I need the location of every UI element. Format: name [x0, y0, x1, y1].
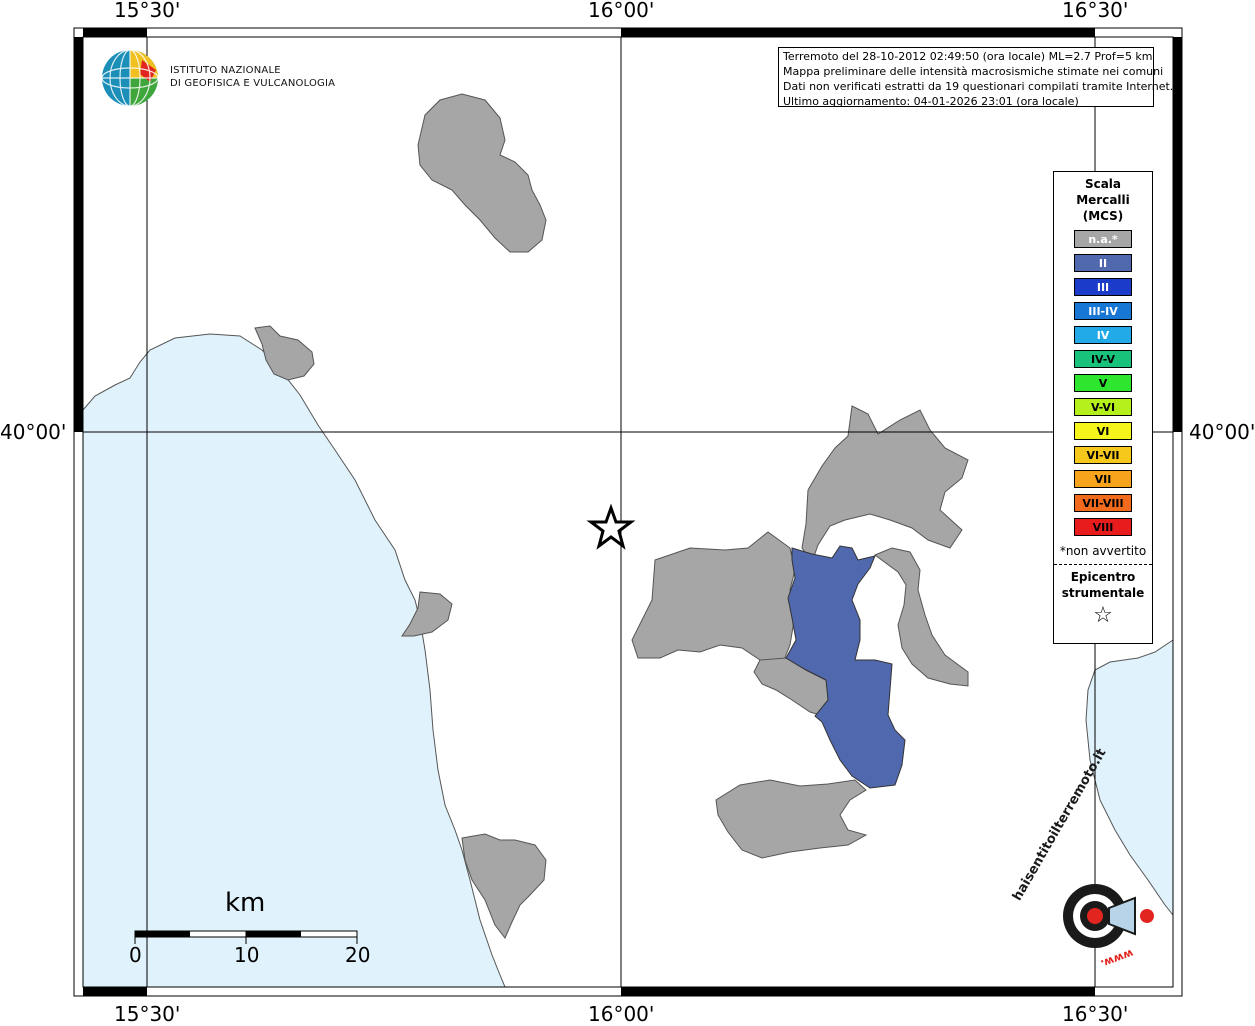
legend-epicenter-line: Epicentro [1070, 570, 1136, 584]
legend-swatch: IV-V [1074, 350, 1132, 368]
legend-swatch: III [1074, 278, 1132, 296]
globe-icon [101, 49, 159, 107]
legend-title-line: (MCS) [1082, 209, 1124, 223]
legend-title-line: Scala [1084, 177, 1122, 191]
event-info-line: Terremoto del 28-10-2012 02:49:50 (ora l… [783, 50, 1153, 63]
scale-tick-label: 0 [129, 943, 142, 967]
legend-note: *non avvertito [1059, 544, 1147, 558]
legend-swatch: VI-VII [1074, 446, 1132, 464]
legend-divider [1054, 564, 1152, 565]
lon-label-top: 16°00' [588, 0, 655, 22]
legend-swatch: V-VI [1074, 398, 1132, 416]
legend-swatch: II [1074, 254, 1132, 272]
scale-tick-label: 10 [234, 943, 260, 967]
mcs-legend: Scala Mercalli (MCS) n.a.* II III III-IV IV I… [1053, 171, 1153, 644]
event-info-line: Mappa preliminare delle intensità macros… [783, 65, 1164, 78]
scale-tick-label: 20 [345, 943, 371, 967]
lon-label-top: 16°30' [1062, 0, 1129, 22]
star-icon: ☆ [1093, 603, 1113, 628]
legend-swatch: VIII [1074, 518, 1132, 536]
legend-swatch: V [1074, 374, 1132, 392]
legend-title: Scala Mercalli (MCS) [1054, 176, 1152, 224]
logo-line-2: DI GEOFISICA E VULCANOLOGIA [170, 78, 336, 89]
lat-label-left: 40°00' [0, 420, 67, 444]
event-info-line: Dati non verificati estratti da 19 quest… [783, 80, 1174, 93]
legend-swatch: IV [1074, 326, 1132, 344]
legend-swatch: n.a.* [1074, 230, 1132, 248]
legend-items: n.a.* II III III-IV IV IV-V V V-VI VI VI-VII VII VI… [1054, 230, 1152, 536]
legend-epicenter-line: strumentale [1061, 586, 1145, 600]
legend-title-line: Mercalli [1076, 193, 1130, 207]
scale-unit: km [225, 888, 266, 918]
lon-label-top: 15°30' [114, 0, 181, 22]
legend-swatch: VII [1074, 470, 1132, 488]
lon-label-bottom: 15°30' [114, 1002, 181, 1026]
legend-epicenter-label: Epicentro strumentale [1054, 569, 1152, 601]
event-info-box: Terremoto del 28-10-2012 02:49:50 (ora l… [778, 47, 1174, 108]
lon-label-bottom: 16°00' [588, 1002, 655, 1026]
logo-line-1: ISTITUTO NAZIONALE [170, 65, 281, 76]
legend-swatch: III-IV [1074, 302, 1132, 320]
event-info-line: Ultimo aggiornamento: 04-01-2026 23:01 (… [783, 95, 1079, 108]
lon-label-bottom: 16°30' [1062, 1002, 1129, 1026]
lat-label-right: 40°00' [1189, 420, 1255, 444]
legend-swatch: VI [1074, 422, 1132, 440]
legend-swatch: VII-VIII [1074, 494, 1132, 512]
ingv-logo: ISTITUTO NAZIONALE DI GEOFISICA E VULCAN… [100, 48, 335, 108]
